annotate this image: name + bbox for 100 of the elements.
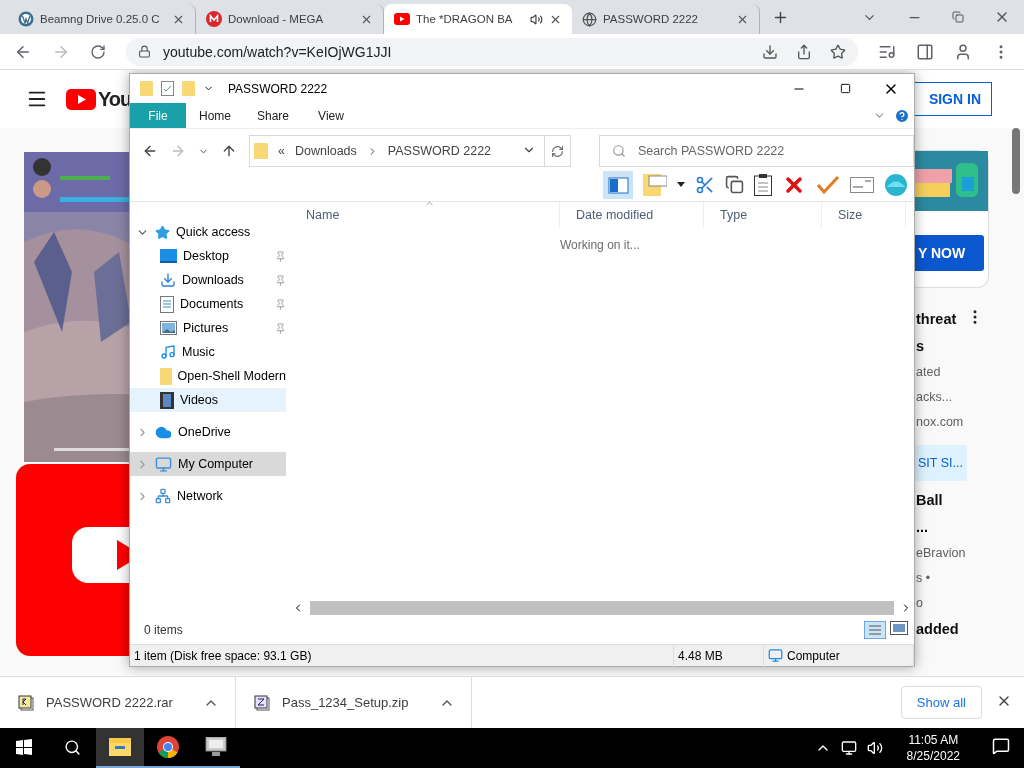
- scrollbar-thumb[interactable]: [1012, 128, 1020, 194]
- column-header[interactable]: Type: [704, 202, 822, 228]
- breadcrumb[interactable]: Downloads: [294, 144, 357, 158]
- mega-icon: [206, 11, 222, 27]
- share-icon[interactable]: [796, 43, 812, 60]
- network-icon: [155, 488, 171, 504]
- refresh-icon[interactable]: [551, 144, 564, 158]
- search-icon[interactable]: [63, 738, 81, 756]
- ribbon-tab[interactable]: Home: [186, 103, 244, 128]
- status-message: Working on it...: [560, 238, 641, 252]
- pin-icon: [275, 322, 286, 334]
- windows-icon[interactable]: [16, 739, 32, 755]
- document-icon: [160, 295, 174, 313]
- nav-item[interactable]: Quick access: [130, 220, 286, 244]
- folder-icon: [254, 143, 268, 159]
- clipboard-icon[interactable]: [754, 173, 772, 196]
- play-logo-icon: [66, 88, 96, 110]
- checkmark-icon[interactable]: [816, 174, 840, 195]
- video-title: ...: [915, 518, 930, 537]
- chrome-icon[interactable]: [157, 736, 179, 758]
- help-icon[interactable]: [894, 107, 910, 124]
- nav-item[interactable]: Videos: [130, 388, 286, 412]
- nav-item[interactable]: My Computer: [130, 452, 286, 476]
- nav-item[interactable]: OneDrive: [130, 420, 286, 444]
- nav-item[interactable]: Pictures: [130, 316, 286, 340]
- nav-item[interactable]: Open-Shell Modern: [130, 364, 286, 388]
- refresh-button[interactable]: [545, 135, 571, 167]
- thumbnail-view-icon[interactable]: [890, 621, 908, 635]
- search-field[interactable]: Search PASSWORD 2222: [598, 135, 914, 167]
- browser-tab[interactable]: Beamng Drive 0.25.0 C: [8, 4, 196, 34]
- speaker-icon: [530, 12, 543, 26]
- browser-tab[interactable]: Download - MEGA: [196, 4, 384, 34]
- path-overflow[interactable]: «: [278, 144, 285, 158]
- computer-icon: [768, 648, 783, 663]
- address-bar[interactable]: youtube.com/watch?v=KeIOjWG1JJI: [126, 37, 858, 66]
- video-meta: ated: [915, 364, 942, 381]
- film-icon: [160, 391, 174, 409]
- monitor-icon[interactable]: [204, 737, 228, 757]
- show-all-button[interactable]: Show all: [900, 686, 982, 719]
- browser-tab[interactable]: PASSWORD 2222: [572, 4, 760, 34]
- column-header[interactable]: Name: [290, 202, 560, 228]
- folder-taskbar-button[interactable]: [96, 728, 144, 768]
- network-icon[interactable]: [840, 740, 857, 756]
- scissors-icon[interactable]: [695, 174, 715, 195]
- ribbon-tab[interactable]: Share: [244, 103, 302, 128]
- back-icon[interactable]: [142, 143, 158, 159]
- video-meta: o: [915, 595, 924, 612]
- star-icon: [155, 224, 170, 240]
- status-text: 1 item (Disk free space: 93.1 GB): [130, 644, 674, 667]
- maximize-icon[interactable]: [839, 83, 851, 94]
- nav-item[interactable]: Desktop: [130, 244, 286, 268]
- video-title: added: [915, 620, 960, 639]
- folder-icon: [160, 367, 172, 385]
- restore-icon[interactable]: [952, 11, 964, 23]
- breadcrumb[interactable]: PASSWORD 2222: [387, 144, 492, 158]
- checklist-icon[interactable]: [161, 81, 174, 96]
- star-icon[interactable]: [830, 43, 846, 60]
- volume-icon[interactable]: [866, 740, 883, 756]
- nav-item[interactable]: Network: [130, 484, 286, 508]
- download-icon[interactable]: [762, 43, 778, 60]
- copy-icon[interactable]: [725, 175, 744, 194]
- video-title: threat: [915, 310, 958, 329]
- preview-pane-icon[interactable]: [603, 170, 633, 199]
- desktop-icon: [160, 249, 177, 263]
- clock[interactable]: 11:05 AM 8/25/2022: [892, 732, 974, 764]
- up-icon[interactable]: [221, 143, 237, 159]
- music-note-icon: [160, 344, 176, 360]
- address-field[interactable]: « Downloads PASSWORD 2222: [249, 135, 546, 167]
- ad-button[interactable]: Y NOW: [914, 235, 984, 271]
- video-meta: eBravion: [915, 545, 967, 562]
- nav-item[interactable]: Downloads: [130, 268, 286, 292]
- pin-icon: [275, 274, 286, 286]
- reload-icon[interactable]: [90, 43, 106, 60]
- computer-icon: [155, 455, 172, 473]
- visit-site-button[interactable]: SIT SI...: [914, 445, 967, 481]
- column-header[interactable]: Size: [822, 202, 906, 228]
- play-logo-icon: [394, 13, 410, 25]
- video-meta: nox.com: [915, 414, 965, 431]
- lock-icon: [138, 45, 151, 58]
- side-panel-icon[interactable]: [916, 42, 934, 61]
- nav-item[interactable]: Documents: [130, 292, 286, 316]
- video-title: Ball: [915, 491, 944, 510]
- archive-icon: [18, 694, 34, 711]
- column-header[interactable]: Date modified: [560, 202, 704, 228]
- browser-tab[interactable]: The *DRAGON BA: [384, 4, 572, 34]
- nav-item[interactable]: Music: [130, 340, 286, 364]
- profile-icon[interactable]: [954, 42, 972, 61]
- ribbon-tab[interactable]: View: [302, 103, 360, 128]
- item-count: 0 items: [144, 623, 183, 637]
- pin-icon: [275, 298, 286, 310]
- down-arrow-icon: [160, 272, 176, 288]
- status-size: 4.48 MB: [674, 644, 764, 667]
- caret-icon[interactable]: [677, 182, 685, 187]
- new-tab-icon[interactable]: [772, 9, 789, 26]
- video-title: s: [915, 337, 926, 356]
- envelope-icon[interactable]: [850, 176, 874, 193]
- video-meta: acks...: [915, 389, 954, 406]
- scrollbar-thumb[interactable]: [310, 601, 894, 615]
- location-text: Computer: [787, 648, 840, 663]
- notifications-icon[interactable]: [992, 737, 1010, 755]
